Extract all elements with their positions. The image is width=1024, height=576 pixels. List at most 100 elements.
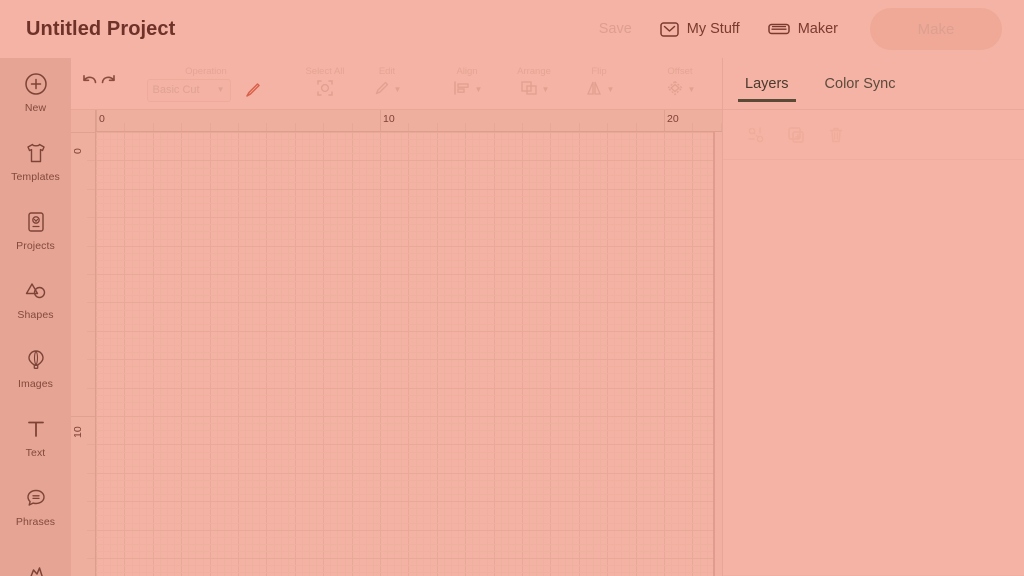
grid-line-horizontal bbox=[96, 260, 713, 261]
cutting-mat[interactable] bbox=[96, 132, 713, 576]
ruler-tick-horizontal bbox=[465, 123, 466, 131]
operation-select[interactable]: Basic Cut ▼ bbox=[146, 78, 231, 102]
ruler-tick-vertical bbox=[71, 416, 95, 417]
redo-arrow-icon bbox=[99, 72, 119, 95]
operation-color-swatch[interactable] bbox=[240, 79, 266, 102]
offset-controls: ▼ bbox=[665, 79, 696, 101]
grid-line-horizontal bbox=[96, 139, 713, 140]
sidebar-label-text: Text bbox=[25, 447, 46, 459]
grid-line-vertical bbox=[274, 132, 275, 576]
grid-line-horizontal bbox=[96, 544, 713, 545]
offset-group[interactable]: Offset ▼ bbox=[647, 66, 713, 101]
grid-line-vertical bbox=[451, 132, 452, 576]
grid-line-vertical bbox=[472, 132, 473, 576]
grid-line-vertical bbox=[259, 132, 260, 576]
grid-line-vertical bbox=[345, 132, 346, 576]
operation-value: Basic Cut bbox=[152, 84, 200, 96]
grid-line-vertical bbox=[231, 132, 232, 576]
tab-layers-label: Layers bbox=[745, 75, 789, 92]
arrange-chevron-down-icon: ▼ bbox=[541, 85, 550, 94]
ruler-label-horizontal: 0 bbox=[99, 113, 105, 125]
save-label: Save bbox=[598, 21, 632, 37]
sidebar-item-upload[interactable] bbox=[0, 541, 71, 576]
arrange-group[interactable]: Arrange ▼ bbox=[499, 66, 569, 101]
app-header: Untitled Project Save My Stuff Maker Mak… bbox=[0, 0, 1024, 58]
flip-group[interactable]: Flip ▼ bbox=[569, 66, 629, 101]
grid-line-vertical bbox=[103, 132, 104, 576]
arrange-icon bbox=[519, 79, 539, 102]
grid-line-horizontal bbox=[96, 146, 713, 147]
select-all-controls bbox=[315, 79, 335, 101]
sidebar-item-templates[interactable]: Templates bbox=[0, 127, 71, 196]
my-stuff-label: My Stuff bbox=[686, 21, 740, 37]
grid-line-horizontal bbox=[96, 508, 713, 509]
panel-tab-bar: Layers Color Sync bbox=[723, 58, 1024, 110]
ruler-tick-horizontal bbox=[692, 123, 693, 131]
grid-line-horizontal bbox=[96, 302, 713, 303]
grid-line-vertical bbox=[295, 132, 296, 576]
sidebar-item-text[interactable]: Text bbox=[0, 403, 71, 472]
select-all-group[interactable]: Select All bbox=[293, 66, 357, 101]
grid-line-vertical bbox=[110, 132, 111, 576]
grid-line-vertical bbox=[678, 132, 679, 576]
ruler-tick-horizontal bbox=[522, 123, 523, 131]
duplicate-icon[interactable] bbox=[785, 124, 807, 146]
grid-line-vertical bbox=[394, 132, 395, 576]
make-label: Make bbox=[917, 20, 955, 38]
grid-line-vertical bbox=[210, 132, 211, 576]
grid-line-vertical bbox=[629, 132, 630, 576]
design-canvas[interactable]: 0 10 20 0 10 bbox=[71, 110, 722, 576]
ungroup-icon[interactable] bbox=[745, 124, 767, 146]
grid-line-vertical bbox=[621, 132, 622, 576]
sidebar-label-phrases: Phrases bbox=[15, 516, 56, 528]
edit-controls: ▼ bbox=[373, 79, 401, 101]
grid-line-horizontal bbox=[96, 217, 713, 218]
grid-line-vertical bbox=[550, 132, 551, 576]
edit-group[interactable]: Edit ▼ bbox=[357, 66, 417, 101]
grid-line-horizontal bbox=[96, 182, 713, 183]
horizontal-ruler: 0 10 20 bbox=[71, 110, 722, 132]
make-button[interactable]: Make bbox=[870, 8, 1002, 50]
my-stuff-button[interactable]: My Stuff bbox=[646, 15, 754, 43]
cricut-machine-icon bbox=[767, 22, 790, 36]
sidebar-item-phrases[interactable]: Phrases bbox=[0, 472, 71, 541]
undo-button[interactable] bbox=[79, 64, 99, 104]
ruler-tick-vertical bbox=[87, 359, 95, 360]
grid-line-horizontal bbox=[96, 281, 713, 282]
grid-line-vertical bbox=[636, 132, 637, 576]
grid-line-vertical bbox=[614, 132, 615, 576]
tab-layers[interactable]: Layers bbox=[738, 58, 796, 110]
grid-line-vertical bbox=[337, 132, 338, 576]
grid-line-horizontal bbox=[96, 437, 713, 438]
maker-machine-button[interactable]: Maker bbox=[754, 15, 852, 43]
align-group[interactable]: Align ▼ bbox=[435, 66, 499, 101]
ruler-tick-horizontal bbox=[636, 123, 637, 131]
delete-icon[interactable] bbox=[825, 124, 847, 146]
grid-line-horizontal bbox=[96, 381, 713, 382]
save-button[interactable]: Save bbox=[585, 15, 646, 43]
grid-line-horizontal bbox=[96, 246, 713, 247]
sidebar-item-projects[interactable]: Projects bbox=[0, 196, 71, 265]
sidebar-item-images[interactable]: Images bbox=[0, 334, 71, 403]
flip-caption: Flip bbox=[591, 66, 607, 77]
sidebar-item-new[interactable]: New bbox=[0, 58, 71, 127]
tab-color-sync[interactable]: Color Sync bbox=[821, 58, 900, 110]
page-title[interactable]: Untitled Project bbox=[26, 18, 175, 41]
grid-line-vertical bbox=[465, 132, 466, 576]
ruler-tick-horizontal bbox=[153, 123, 154, 131]
ruler-tick-horizontal bbox=[181, 123, 182, 131]
grid-line-horizontal bbox=[96, 338, 713, 339]
ruler-label-horizontal: 10 bbox=[383, 113, 395, 125]
grid-line-vertical bbox=[309, 132, 310, 576]
grid-line-vertical bbox=[579, 132, 580, 576]
grid-line-vertical bbox=[302, 132, 303, 576]
redo-button[interactable] bbox=[99, 64, 119, 104]
sidebar-label-projects: Projects bbox=[16, 240, 55, 252]
sidebar-item-shapes[interactable]: Shapes bbox=[0, 265, 71, 334]
offset-chevron-down-icon: ▼ bbox=[687, 85, 696, 94]
operation-caption: Operation bbox=[185, 66, 227, 77]
mat-right-edge bbox=[713, 110, 715, 576]
grid-line-horizontal bbox=[96, 537, 713, 538]
grid-line-horizontal bbox=[96, 459, 713, 460]
left-sidebar: New Templates Projects Shapes Images Tex… bbox=[0, 58, 71, 576]
